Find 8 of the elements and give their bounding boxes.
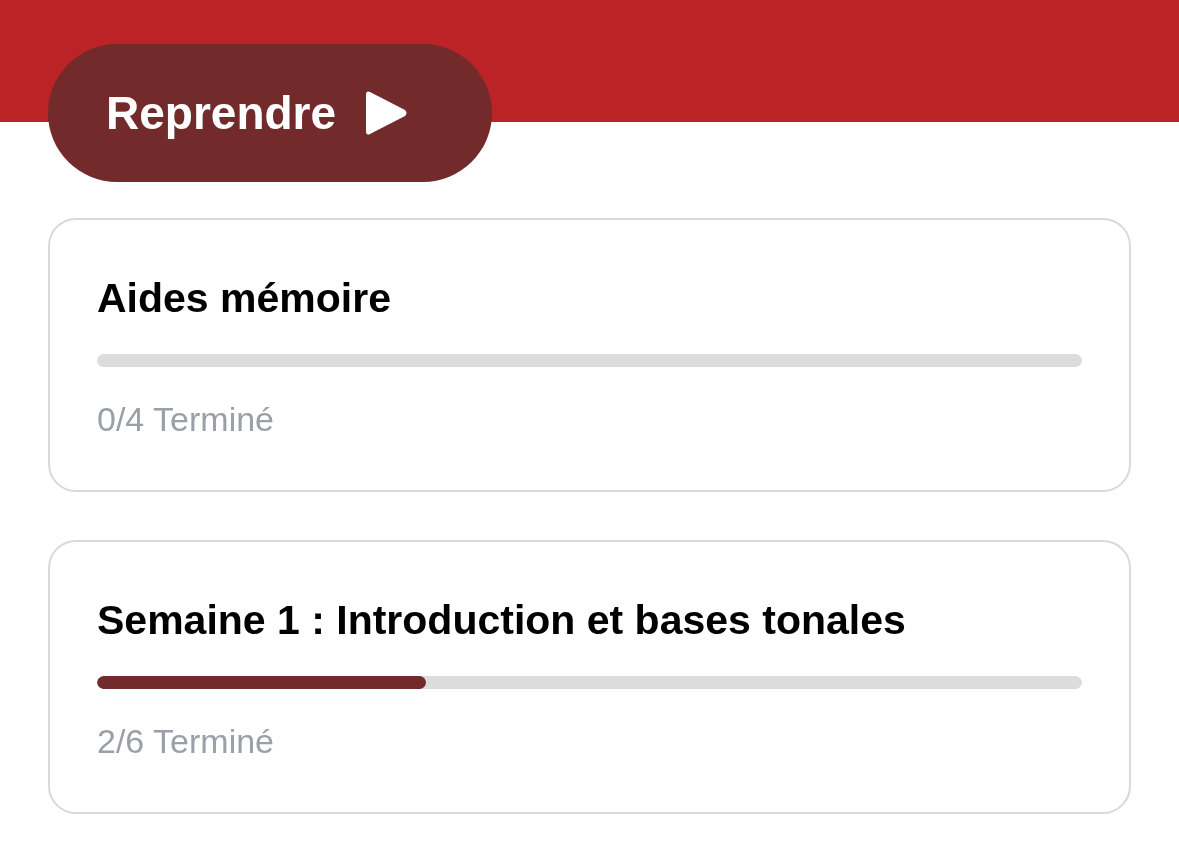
progress-status: 0/4 Terminé bbox=[97, 399, 276, 440]
resume-button[interactable]: Reprendre bbox=[48, 44, 492, 182]
module-card[interactable]: Semaine 1 : Introduction et bases tonales 2/6 Terminé bbox=[48, 540, 1131, 814]
play-icon bbox=[366, 90, 409, 136]
module-title: Semaine 1 : Introduction et bases tonales bbox=[97, 596, 907, 645]
progress-status: 2/6 Terminé bbox=[97, 721, 276, 762]
module-card[interactable]: Aides mémoire 0/4 Terminé bbox=[48, 218, 1131, 492]
module-title: Aides mémoire bbox=[97, 274, 392, 323]
